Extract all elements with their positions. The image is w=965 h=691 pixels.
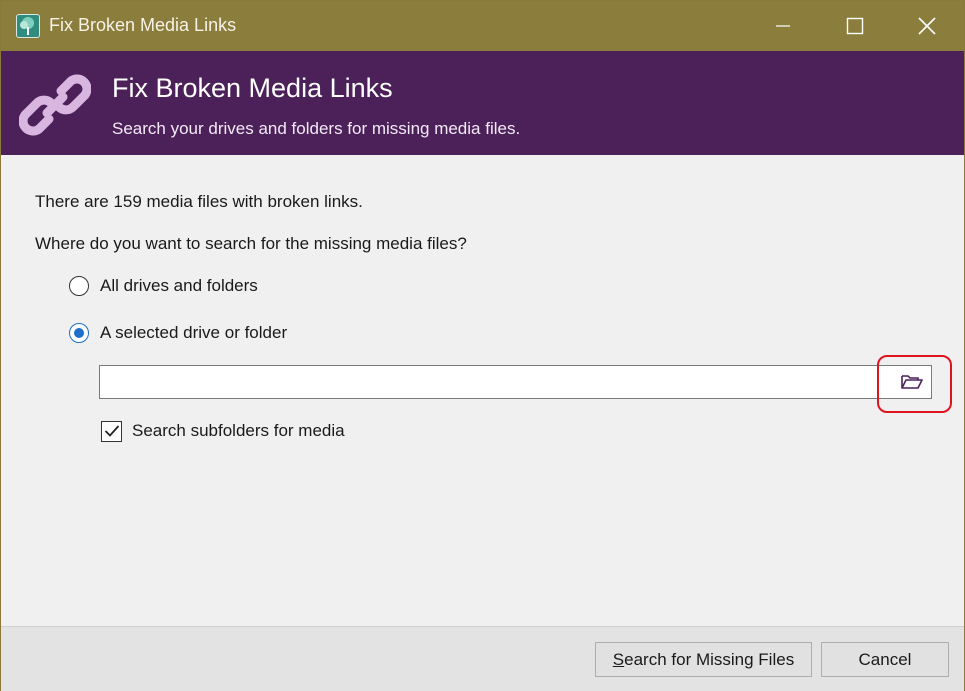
radio-button-selected[interactable] — [69, 323, 89, 343]
subfolders-checkbox-row[interactable]: Search subfolders for media — [101, 419, 345, 443]
minimize-icon — [776, 25, 790, 27]
radio-label: All drives and folders — [100, 276, 258, 295]
folder-path-input[interactable] — [100, 366, 880, 398]
radio-all-drives[interactable]: All drives and folders — [69, 274, 258, 298]
header-banner: Fix Broken Media Links Search your drive… — [1, 51, 964, 155]
title-bar[interactable]: Fix Broken Media Links — [1, 1, 964, 51]
maximize-button[interactable] — [819, 1, 891, 51]
minimize-button[interactable] — [747, 1, 819, 51]
window-title: Fix Broken Media Links — [49, 15, 237, 35]
broken-links-status: There are 159 media files with broken li… — [35, 192, 363, 211]
subfolders-label: Search subfolders for media — [132, 421, 345, 440]
fix-broken-media-links-dialog: Fix Broken Media Links Fix Broken Media … — [0, 0, 965, 691]
mnemonic-letter: S — [612, 649, 625, 669]
maximize-icon — [846, 17, 864, 35]
chain-link-icon — [19, 74, 91, 136]
search-missing-files-button[interactable]: Search for Missing Files — [595, 642, 812, 677]
cancel-button[interactable]: Cancel — [821, 642, 949, 677]
radio-button[interactable] — [69, 276, 89, 296]
search-question: Where do you want to search for the miss… — [35, 234, 467, 253]
browse-button-highlight — [877, 355, 952, 413]
radio-selected-folder[interactable]: A selected drive or folder — [69, 321, 287, 345]
radio-label: A selected drive or folder — [100, 323, 288, 342]
close-button[interactable] — [891, 1, 963, 51]
banner-title: Fix Broken Media Links — [112, 73, 393, 103]
app-tree-icon — [16, 14, 40, 38]
button-label: earch for Missing Files — [624, 649, 795, 669]
banner-subtitle: Search your drives and folders for missi… — [112, 119, 521, 138]
folder-path-field — [99, 365, 932, 399]
dialog-footer: Search for Missing Files Cancel — [1, 626, 964, 691]
subfolders-checkbox[interactable] — [101, 420, 122, 442]
close-icon — [918, 17, 936, 35]
checkmark-icon — [104, 425, 119, 437]
